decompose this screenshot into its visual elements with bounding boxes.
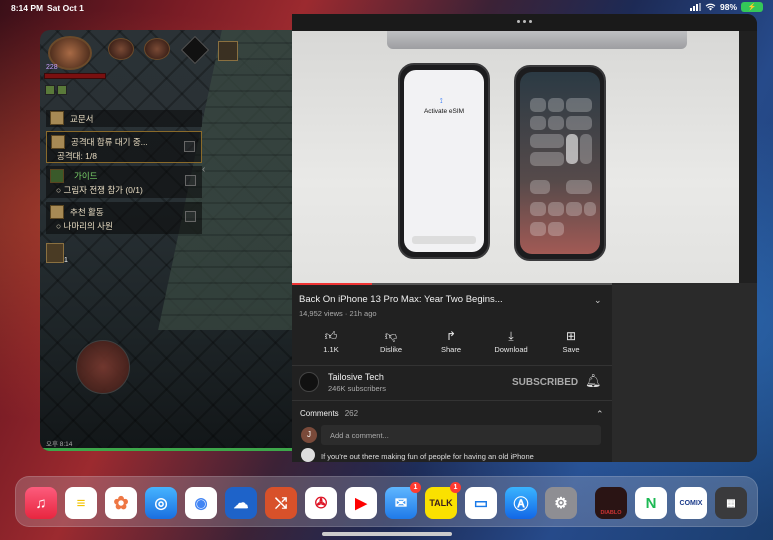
home-indicator[interactable] [322,532,452,536]
notification-bell-icon[interactable]: 🔔︎ [585,373,602,389]
status-date: Sat Oct 1 [47,3,84,13]
buff-icon [45,85,55,95]
channel-subscribers: 246K subscribers [328,384,386,393]
comix-app-icon[interactable]: COMIX [675,487,707,519]
expand-comments-icon[interactable]: ⌃ [596,409,604,420]
game-window[interactable]: 228 교문서 공격대 합류 대기 중... 공격대: 1/8 가이드 ○ 그림… [40,30,293,451]
mail-badge: 1 [410,482,421,493]
experience-bar [40,448,293,451]
quest-guide[interactable]: 가이드 ○ 그림자 전쟁 참가 (0/1) [46,166,202,198]
inventory-count: 1 [64,257,68,264]
wifi-icon [705,3,716,11]
like-button[interactable]: 👍︎ 1.1K [306,327,356,354]
quest-rec-title: 추천 활동 [70,207,104,217]
kakaotalk-app-icon[interactable]: TALK 1 [425,482,461,519]
app-library-icon[interactable]: ▦ [715,487,747,519]
menu-icon[interactable] [218,41,238,61]
channel-name[interactable]: Tailosive Tech [328,372,384,382]
video-meta: 14,952 views · 21h ago [299,309,377,318]
scroll-icon [50,111,64,125]
cloud-app-icon[interactable]: ☁ [225,487,257,519]
quest-action-icon[interactable] [185,211,196,222]
party-member-2[interactable] [144,38,170,60]
video-player[interactable]: ⟟ Activate eSIM [292,31,739,283]
cellular-signal-icon [689,3,701,11]
divider [292,400,612,401]
activate-esim-text: Activate eSIM [423,108,465,115]
music-app-icon[interactable]: ♫ [25,487,57,519]
health-bar [44,73,106,79]
quest-raid[interactable]: 공격대 합류 대기 중... 공격대: 1/8 [46,131,202,163]
buff-icon [57,85,67,95]
quest-action-icon[interactable] [185,175,196,186]
party-icon [51,135,65,149]
video-info-panel: Back On iPhone 13 Pro Max: Year Two Begi… [292,285,612,462]
inventory-scroll-icon[interactable] [46,243,64,263]
kakaotalk-badge: 1 [450,482,461,493]
quest-guide-sub: ○ 그림자 전쟁 참가 (0/1) [56,185,143,195]
exclamation-icon [50,169,64,183]
video-phone-right [514,65,606,261]
safari-app-icon[interactable]: ◎ [145,487,177,519]
channel-avatar[interactable] [299,372,319,392]
comments-header[interactable]: Comments 262 [300,409,358,418]
game-clock: 오후 8:14 [46,441,73,448]
files-app-icon[interactable]: ▭ [465,487,497,519]
flag-icon [50,205,64,219]
collapse-panel-icon[interactable]: ‹ [202,164,205,175]
quest-raid-title: 공격대 합류 대기 중... [71,137,148,147]
add-to-playlist-icon: ⊞ [565,329,577,343]
status-time: 8:14 PM [11,3,44,13]
remote-desktop-app-icon[interactable]: ⤭ [265,487,297,519]
naver-map-app-icon[interactable]: N [635,487,667,519]
party-member-1[interactable] [108,38,134,60]
mail-app-icon[interactable]: ✉ 1 [385,482,421,519]
video-actions: 👍︎ 1.1K 👎︎ Dislike ↱ Share ⤓ Download ⊞ … [292,327,612,363]
status-right: 98% ⚡ [689,2,763,12]
quest-guide-title: 가이드 [74,171,98,181]
youtube-app-icon[interactable]: ▶ [345,487,377,519]
chrome-app-icon[interactable]: ◉ [185,487,217,519]
quest-header-label: 교문서 [70,114,94,124]
battery-percent: 98% [719,2,737,12]
diablo-app-icon[interactable]: DIABLO [595,487,627,519]
expand-description-icon[interactable]: ⌄ [594,295,602,306]
virtual-joystick[interactable] [76,340,130,394]
download-button[interactable]: ⤓ Download [486,327,536,354]
photos-app-icon[interactable]: ✿ [105,487,137,519]
top-comment-text: If you're out there making fun of people… [321,452,534,461]
battery-icon: ⚡ [741,2,763,12]
divider [292,365,612,366]
dislike-button[interactable]: 👎︎ Dislike [366,327,416,354]
multitasking-dots-icon[interactable] [517,20,532,23]
add-comment-input[interactable]: Add a comment... [321,425,601,445]
video-laptop [387,31,687,49]
share-button[interactable]: ↱ Share [426,327,476,354]
thumbs-down-icon: 👎︎ [384,329,398,343]
youtube-window[interactable]: ⟟ Activate eSIM Back On iPhone 13 Pro Ma… [292,14,757,462]
quest-action-icon[interactable] [184,141,195,152]
minimap-diamond[interactable] [180,35,210,65]
video-phone-left: ⟟ Activate eSIM [398,63,490,259]
quest-recommended[interactable]: 추천 활동 ○ 나마리의 사원 [46,202,202,234]
quest-raid-sub: 공격대: 1/8 [57,151,97,161]
settings-app-icon[interactable]: ⚙ [545,487,577,519]
dock: ♫ ≡ ✿ ◎ ◉ ☁ ⤭ ✇ ▶ ✉ 1 TALK 1 ▭ Ⓐ ⚙ DIABLO … [15,476,758,527]
quest-header[interactable]: 교문서 [46,110,202,127]
quest-rec-sub: ○ 나마리의 사원 [56,221,113,231]
player-level: 228 [46,64,58,71]
save-button[interactable]: ⊞ Save [546,327,596,354]
video-reel-app-icon[interactable]: ✇ [305,487,337,519]
commenter-avatar [301,448,315,462]
notes-app-icon[interactable]: ≡ [65,487,97,519]
video-title[interactable]: Back On iPhone 13 Pro Max: Year Two Begi… [299,294,503,305]
share-icon: ↱ [445,329,457,343]
thumbs-up-icon: 👍︎ [324,329,338,343]
window-top-bar [292,14,757,31]
subscribed-button[interactable]: SUBSCRIBED [512,377,578,388]
app-store-icon[interactable]: Ⓐ [505,487,537,519]
side-panel [612,283,757,462]
download-icon: ⤓ [508,329,514,343]
user-avatar: J [301,427,317,443]
